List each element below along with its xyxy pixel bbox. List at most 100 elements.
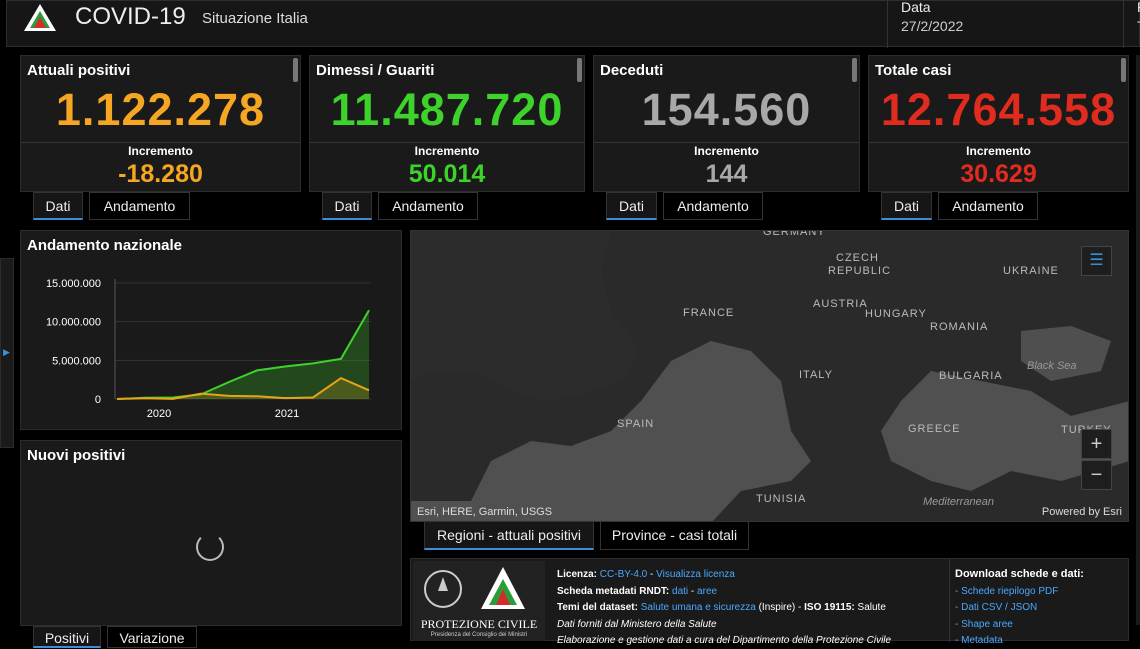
- scrollbar[interactable]: [1121, 58, 1126, 82]
- map-label: TUNISIA: [756, 493, 807, 505]
- x-tick-label: 2020: [147, 408, 171, 420]
- license-label: Licenza:: [557, 569, 598, 580]
- tab-province-casi-totali[interactable]: Province - casi totali: [600, 521, 749, 550]
- tab-andamento-deceduti[interactable]: Andamento: [663, 192, 763, 220]
- card-divider: [310, 142, 584, 143]
- link-text: Schede riepilogo PDF: [961, 586, 1059, 597]
- map-label: SPAIN: [617, 418, 655, 430]
- card-divider: [594, 142, 859, 143]
- card-dimessi-guariti: Dimessi / Guariti 11.487.720 Incremento …: [309, 55, 585, 192]
- iso-value: Salute: [854, 602, 886, 613]
- download-title: Download schede e dati:: [955, 568, 1084, 580]
- tab-andamento-totale[interactable]: Andamento: [938, 192, 1038, 220]
- increment-value: -18.280: [118, 160, 203, 188]
- legend-list-icon[interactable]: ☰: [1081, 246, 1112, 276]
- card-deceduti: Deceduti 154.560 Incremento 144: [593, 55, 860, 192]
- increment-label: Incremento: [966, 144, 1031, 158]
- tab-dati-deceduti[interactable]: Dati: [606, 192, 657, 220]
- increment-label: Incremento: [694, 144, 759, 158]
- card-value: 11.487.720: [330, 84, 564, 135]
- map-sea-label: Black Sea: [1027, 360, 1077, 372]
- map-attribution: Esri, HERE, Garmin, USGS: [417, 506, 553, 518]
- andamento-chart: 15.000.000 10.000.000 5.000.000 0 2020 2021: [46, 278, 371, 420]
- download-pdf-link[interactable]: - Schede riepilogo PDF: [955, 586, 1058, 597]
- map-label: REPUBLIC: [828, 265, 892, 277]
- side-panel-toggle[interactable]: ▶: [0, 258, 14, 448]
- separator: -: [688, 586, 698, 597]
- rndt-dati-link[interactable]: dati: [672, 586, 688, 597]
- protezione-civile-logo: [24, 4, 56, 31]
- x-tick-label: 2021: [275, 408, 299, 420]
- view-license-link[interactable]: Visualizza licenza: [656, 569, 735, 580]
- tab-andamento-guariti[interactable]: Andamento: [378, 192, 478, 220]
- card-label: Deceduti: [600, 62, 664, 79]
- temi-label: Temi del dataset:: [557, 602, 638, 613]
- logo-box: PROTEZIONE CIVILE Presidenza del Consigl…: [413, 561, 545, 641]
- header-divider: [887, 1, 888, 48]
- tab-dati-attuali[interactable]: Dati: [33, 192, 83, 220]
- source-text: Dati forniti dal Ministero della Salute: [557, 619, 717, 630]
- card-attuali-positivi: Attuali positivi 1.122.278 Incremento -1…: [20, 55, 301, 192]
- map-label: GREECE: [908, 423, 961, 435]
- tab-positivi[interactable]: Positivi: [33, 626, 101, 648]
- map-label: BULGARIA: [939, 370, 1003, 382]
- download-csv-link[interactable]: - Dati CSV / JSON: [955, 602, 1037, 613]
- card-value: 12.764.558: [880, 84, 1117, 135]
- card-divider: [21, 142, 300, 143]
- powered-by-esri-link[interactable]: Powered by Esri: [1042, 506, 1122, 518]
- increment-label: Incremento: [414, 144, 480, 158]
- y-tick-label: 15.000.000: [46, 278, 101, 290]
- download-shape-link[interactable]: - Shape aree: [955, 619, 1013, 630]
- tab-variazione[interactable]: Variazione: [107, 626, 197, 648]
- license-link[interactable]: CC-BY-4.0: [600, 569, 647, 580]
- rndt-line: Scheda metadati RNDT: dati - aree: [557, 586, 717, 597]
- right-edge-panel: [1136, 55, 1140, 625]
- increment-value: 144: [705, 160, 748, 188]
- logo-text: PROTEZIONE CIVILE: [420, 617, 538, 631]
- link-text: Shape aree: [961, 619, 1013, 630]
- tab-andamento-attuali[interactable]: Andamento: [89, 192, 190, 220]
- map-label: FRANCE: [683, 307, 735, 319]
- chart-panel: Andamento nazionale 15.000.000 10.000.000…: [20, 230, 402, 430]
- increment-value: 30.629: [960, 160, 1037, 188]
- scrollbar[interactable]: [852, 58, 857, 82]
- zoom-in-button[interactable]: +: [1081, 429, 1112, 459]
- map-label: UKRAINE: [1003, 265, 1059, 277]
- scrollbar[interactable]: [577, 58, 582, 82]
- temi-line: Temi del dataset: Salute umana e sicurez…: [557, 602, 886, 613]
- emblem-icon: [424, 567, 525, 609]
- map-label: AUSTRIA: [813, 298, 868, 310]
- map-sea-label: Mediterranean: [923, 496, 994, 508]
- temi-link[interactable]: Salute umana e sicurezza: [641, 602, 756, 613]
- card-value: 1.122.278: [55, 84, 266, 135]
- info-panel: PROTEZIONE CIVILE Presidenza del Consigl…: [410, 558, 1129, 646]
- header-divider: [1123, 1, 1124, 48]
- scrollbar[interactable]: [293, 58, 298, 82]
- app-title: COVID-19: [75, 3, 186, 30]
- iso-label: ISO 19115:: [804, 602, 855, 613]
- map-view[interactable]: GERMANY CZECH REPUBLIC UKRAINE FRANCE AU…: [410, 230, 1129, 522]
- rndt-label: Scheda metadati RNDT:: [557, 586, 670, 597]
- separator: -: [647, 569, 657, 580]
- card-label: Attuali positivi: [27, 62, 131, 79]
- info-divider: [949, 559, 950, 642]
- zoom-out-button[interactable]: −: [1081, 460, 1112, 490]
- map-label: ITALY: [799, 369, 833, 381]
- tab-dati-totale[interactable]: Dati: [881, 192, 932, 220]
- y-tick-label: 10.000.000: [46, 317, 101, 329]
- y-tick-label: 0: [95, 394, 101, 406]
- map-label: GERMANY: [763, 230, 826, 238]
- rndt-aree-link[interactable]: aree: [697, 586, 717, 597]
- card-totale-casi: Totale casi 12.764.558 Incremento 30.629: [868, 55, 1129, 192]
- header-bar: COVID-19 Situazione Italia Data 27/2/202…: [6, 0, 1140, 48]
- card-divider: [869, 142, 1128, 143]
- increment-value: 50.014: [408, 160, 486, 188]
- tab-regioni-attuali-positivi[interactable]: Regioni - attuali positivi: [424, 521, 594, 550]
- tab-dati-guariti[interactable]: Dati: [322, 192, 372, 220]
- app-subtitle: Situazione Italia: [202, 10, 308, 27]
- y-tick-label: 5.000.000: [52, 355, 101, 367]
- map-label: CZECH: [836, 252, 879, 264]
- loading-spinner-icon: [196, 533, 224, 561]
- date-label: Data: [901, 0, 931, 15]
- nuovi-positivi-title: Nuovi positivi: [27, 447, 126, 464]
